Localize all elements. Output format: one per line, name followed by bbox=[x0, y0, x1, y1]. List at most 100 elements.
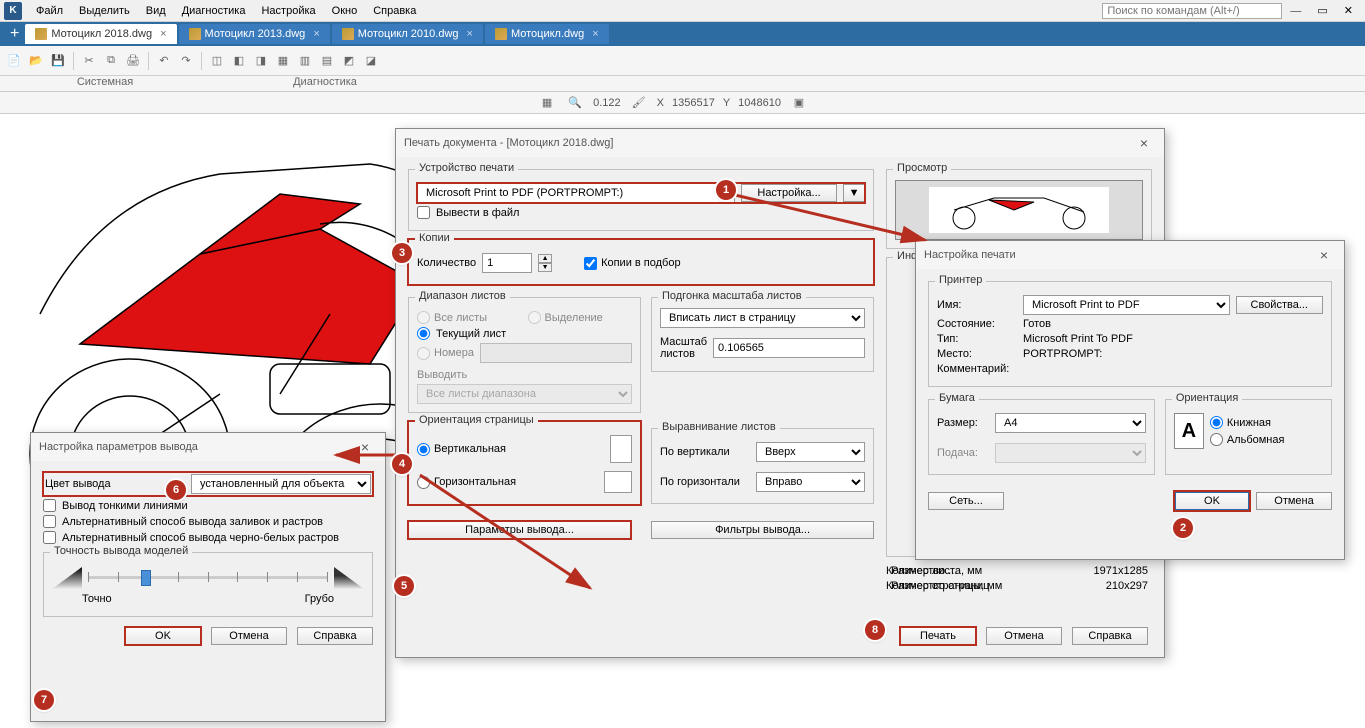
printer-comment-label: Комментарий: bbox=[937, 363, 1009, 375]
diag5-icon[interactable]: ▥ bbox=[295, 51, 315, 71]
copy-icon[interactable]: ⧉ bbox=[101, 51, 121, 71]
main-toolbar: 📄 📂 💾 ✂ ⧉ 🖨 ↶ ↷ ◫ ◧ ◨ ▦ ▥ ▤ ◩ ◪ bbox=[0, 46, 1365, 76]
close-icon[interactable]: × bbox=[313, 28, 319, 40]
menu-file[interactable]: Файл bbox=[28, 3, 71, 19]
collate-checkbox[interactable]: Копии в подбор bbox=[584, 257, 681, 270]
open-icon[interactable]: 📂 bbox=[26, 51, 46, 71]
output-params-cancel-button[interactable]: Отмена bbox=[211, 627, 287, 645]
maximize-button[interactable]: ▭ bbox=[1309, 2, 1335, 19]
menu-settings[interactable]: Настройка bbox=[253, 3, 323, 19]
alt-fill-checkbox[interactable]: Альтернативный способ вывода заливок и р… bbox=[43, 515, 373, 528]
output-params-dialog: Настройка параметров вывода × Цвет вывод… bbox=[30, 432, 386, 722]
tab-3[interactable]: Мотоцикл 2010.dwg× bbox=[332, 24, 483, 44]
menu-select[interactable]: Выделить bbox=[71, 3, 138, 19]
setup-portrait-radio[interactable]: Книжная bbox=[1210, 416, 1285, 429]
close-button[interactable]: ✕ bbox=[1336, 2, 1361, 19]
close-icon[interactable]: × bbox=[467, 28, 473, 40]
menu-window[interactable]: Окно bbox=[324, 3, 366, 19]
print-help-button[interactable]: Справка bbox=[1072, 627, 1148, 645]
printer-type-label: Тип: bbox=[937, 333, 1017, 345]
align-vertical-select[interactable]: Вверх bbox=[756, 442, 865, 462]
orientation-portrait-radio[interactable]: Вертикальная bbox=[417, 443, 604, 456]
preview-title: Просмотр bbox=[893, 162, 951, 174]
diag8-icon[interactable]: ◪ bbox=[361, 51, 381, 71]
menu-help[interactable]: Справка bbox=[365, 3, 424, 19]
diag2-icon[interactable]: ◧ bbox=[229, 51, 249, 71]
toolbar-group-system: Системная bbox=[0, 76, 210, 91]
print-setup-titlebar[interactable]: Настройка печати × bbox=[916, 241, 1344, 269]
printer-select[interactable]: Microsoft Print to PDF (PORTPROMPT:) bbox=[417, 183, 735, 203]
alt-bw-checkbox[interactable]: Альтернативный способ вывода черно-белых… bbox=[43, 531, 373, 544]
close-icon[interactable]: × bbox=[1312, 245, 1336, 265]
close-icon[interactable]: × bbox=[160, 28, 166, 40]
printer-properties-button[interactable]: Свойства... bbox=[1236, 296, 1323, 314]
cut-icon[interactable]: ✂ bbox=[79, 51, 99, 71]
output-params-ok-button[interactable]: OK bbox=[125, 627, 201, 645]
command-search-input[interactable] bbox=[1102, 3, 1282, 19]
printer-settings-dropdown[interactable]: ▼ bbox=[843, 184, 865, 202]
zoom-icon[interactable]: 🔍 bbox=[565, 93, 585, 113]
thin-lines-checkbox[interactable]: Вывод тонкими линиями bbox=[43, 499, 373, 512]
copies-count-input[interactable] bbox=[482, 253, 532, 273]
align-horizontal-select[interactable]: Вправо bbox=[756, 472, 865, 492]
precision-slider[interactable] bbox=[88, 566, 328, 590]
print-to-file-checkbox[interactable]: Вывести в файл bbox=[417, 206, 865, 219]
new-tab-button[interactable]: + bbox=[4, 25, 25, 43]
precision-title: Точность вывода моделей bbox=[50, 545, 192, 557]
spinner-up-icon[interactable]: ▲ bbox=[538, 254, 552, 263]
setup-ok-button[interactable]: OK bbox=[1174, 491, 1250, 511]
setup-landscape-radio[interactable]: Альбомная bbox=[1210, 433, 1285, 446]
print-cancel-button[interactable]: Отмена bbox=[986, 627, 1062, 645]
brush-icon[interactable]: 🖌 bbox=[629, 93, 649, 113]
undo-icon[interactable]: ↶ bbox=[154, 51, 174, 71]
menu-view[interactable]: Вид bbox=[138, 3, 174, 19]
range-numbers-radio[interactable]: Номера bbox=[417, 347, 474, 360]
setup-orientation-group: Ориентация A Книжная Альбомная bbox=[1165, 399, 1332, 475]
printer-name-select[interactable]: Microsoft Print to PDF bbox=[1023, 295, 1230, 315]
output-params-titlebar[interactable]: Настройка параметров вывода × bbox=[31, 433, 385, 461]
setup-printer-group: Принтер Имя: Microsoft Print to PDF Свой… bbox=[928, 281, 1332, 387]
close-icon[interactable]: × bbox=[353, 437, 377, 457]
redo-icon[interactable]: ↷ bbox=[176, 51, 196, 71]
spinner-down-icon[interactable]: ▼ bbox=[538, 263, 552, 272]
diag4-icon[interactable]: ▦ bbox=[273, 51, 293, 71]
output-params-button[interactable]: Параметры вывода... bbox=[408, 521, 631, 539]
fit-mode-select[interactable]: Вписать лист в страницу bbox=[660, 308, 865, 328]
diag1-icon[interactable]: ◫ bbox=[207, 51, 227, 71]
printer-settings-button[interactable]: Настройка... bbox=[741, 184, 837, 202]
page-range-group: Диапазон листов Все листы Выделение Теку… bbox=[408, 297, 641, 413]
grid-icon[interactable]: ▦ bbox=[537, 93, 557, 113]
tab-4[interactable]: Мотоцикл.dwg× bbox=[485, 24, 609, 44]
callout-badge-2: 2 bbox=[1173, 518, 1193, 538]
diag7-icon[interactable]: ◩ bbox=[339, 51, 359, 71]
range-current-radio[interactable]: Текущий лист bbox=[417, 327, 632, 340]
print-icon[interactable]: 🖨 bbox=[123, 51, 143, 71]
printer-state-label: Состояние: bbox=[937, 318, 1017, 330]
dwg-icon bbox=[35, 28, 47, 40]
print-button[interactable]: Печать bbox=[900, 627, 976, 645]
layers-icon[interactable]: ▣ bbox=[789, 93, 809, 113]
orientation-landscape-radio[interactable]: Горизонтальная bbox=[417, 476, 598, 489]
print-setup-title: Настройка печати bbox=[924, 249, 1016, 261]
close-icon[interactable]: × bbox=[1132, 133, 1156, 153]
menu-diagnostics[interactable]: Диагностика bbox=[174, 3, 254, 19]
output-params-help-button[interactable]: Справка bbox=[297, 627, 373, 645]
tab-2[interactable]: Мотоцикл 2013.dwg× bbox=[179, 24, 330, 44]
minimize-button[interactable]: — bbox=[1282, 3, 1309, 19]
range-selection-radio[interactable]: Выделение bbox=[528, 311, 633, 324]
print-dialog-titlebar[interactable]: Печать документа - [Мотоцикл 2018.dwg] × bbox=[396, 129, 1164, 157]
output-color-select[interactable]: установленный для объекта bbox=[191, 474, 371, 494]
diag6-icon[interactable]: ▤ bbox=[317, 51, 337, 71]
fit-scale-title: Подгонка масштаба листов bbox=[658, 290, 806, 302]
save-icon[interactable]: 💾 bbox=[48, 51, 68, 71]
range-all-radio[interactable]: Все листы bbox=[417, 311, 522, 324]
scale-input[interactable] bbox=[713, 338, 865, 358]
tab-1[interactable]: Мотоцикл 2018.dwg× bbox=[25, 24, 176, 44]
output-filters-button[interactable]: Фильтры вывода... bbox=[651, 521, 874, 539]
setup-cancel-button[interactable]: Отмена bbox=[1256, 492, 1332, 510]
new-icon[interactable]: 📄 bbox=[4, 51, 24, 71]
network-button[interactable]: Сеть... bbox=[928, 492, 1004, 510]
paper-size-select[interactable]: A4 bbox=[995, 413, 1146, 433]
close-icon[interactable]: × bbox=[592, 28, 598, 40]
diag3-icon[interactable]: ◨ bbox=[251, 51, 271, 71]
